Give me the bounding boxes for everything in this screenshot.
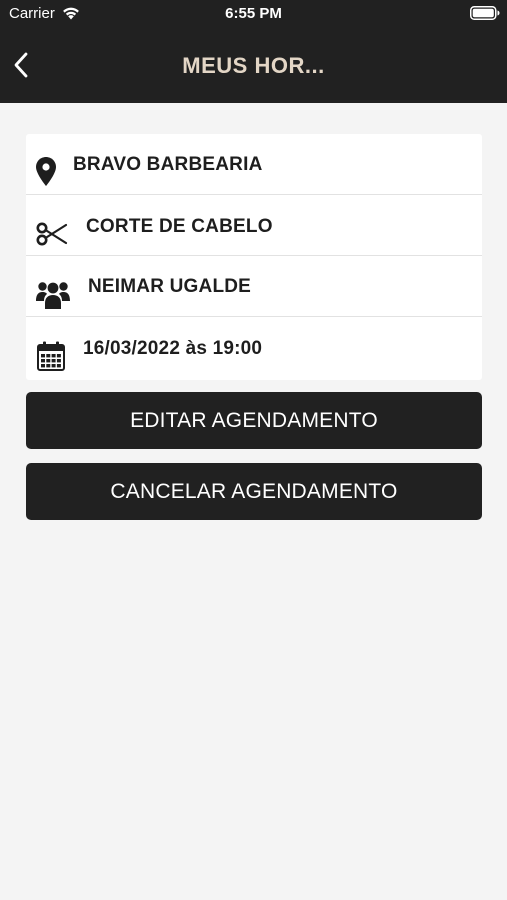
status-time: 6:55 PM: [225, 5, 282, 22]
location-row: BRAVO BARBEARIA: [26, 134, 482, 195]
app-header: Carrier 6:55 PM MEUS HOR...: [0, 0, 507, 103]
scissors-icon: [36, 221, 68, 247]
professional-row: NEIMAR UGALDE: [26, 256, 482, 317]
status-bar: Carrier 6:55 PM: [0, 0, 507, 28]
navigation-bar: MEUS HOR...: [0, 40, 507, 95]
location-name: BRAVO BARBEARIA: [73, 154, 263, 175]
page-title: MEUS HOR...: [182, 53, 325, 78]
map-pin-icon: [35, 156, 57, 186]
professional-name: NEIMAR UGALDE: [88, 276, 252, 297]
datetime-row: 16/03/2022 às 19:00: [26, 317, 482, 378]
users-icon: [36, 279, 70, 309]
edit-appointment-button[interactable]: EDITAR AGENDAMENTO: [26, 392, 482, 449]
calendar-icon: [37, 341, 65, 371]
appointment-datetime: 16/03/2022 às 19:00: [83, 338, 263, 359]
appointment-details-card: BRAVO BARBEARIA CORTE DE CABELO NEIMAR U…: [26, 134, 482, 380]
battery-icon: [470, 6, 500, 20]
service-row: CORTE DE CABELO: [26, 195, 482, 256]
service-name: CORTE DE CABELO: [86, 216, 273, 237]
cancel-appointment-button[interactable]: CANCELAR AGENDAMENTO: [26, 463, 482, 520]
